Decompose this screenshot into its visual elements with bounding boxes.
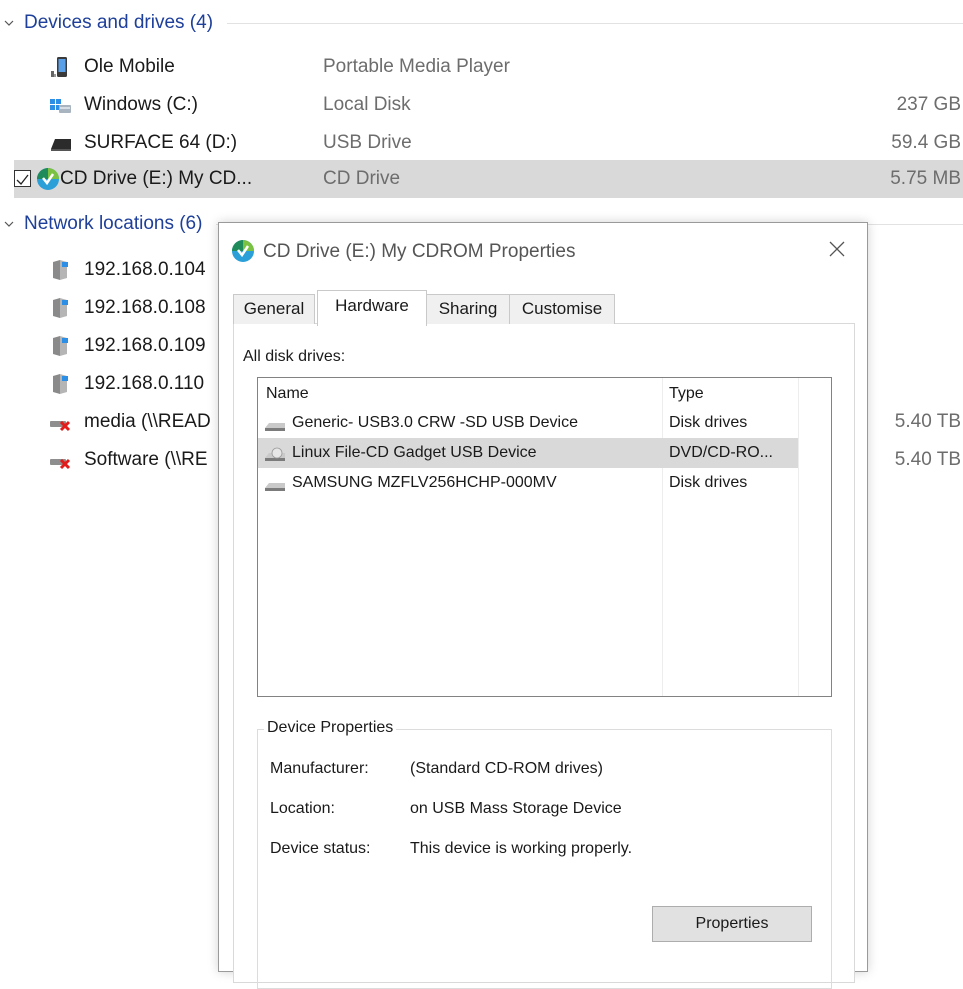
disk-drive-icon xyxy=(265,423,285,431)
location-value: on USB Mass Storage Device xyxy=(410,800,622,817)
list-item[interactable]: SAMSUNG MZFLV256HCHP-000MV Disk drives xyxy=(258,468,798,498)
close-icon[interactable] xyxy=(825,237,849,261)
device-size: 59.4 GB xyxy=(891,132,961,153)
network-computer-icon xyxy=(53,260,68,280)
group-title: Network locations (6) xyxy=(24,213,203,234)
selection-checkbox[interactable] xyxy=(14,170,31,187)
chevron-down-icon xyxy=(4,20,14,26)
device-row-surface-d[interactable]: SURFACE 64 (D:) USB Drive 59.4 GB xyxy=(14,124,963,162)
network-size: 5.40 TB xyxy=(894,449,961,470)
usb-drive-icon xyxy=(51,139,71,151)
column-header-name[interactable]: Name xyxy=(266,385,309,403)
device-row-windows-c[interactable]: Windows (C:) Local Disk 237 GB xyxy=(14,86,963,124)
column-header-type[interactable]: Type xyxy=(669,385,704,403)
manufacturer-value: (Standard CD-ROM drives) xyxy=(410,760,603,777)
disconnected-network-drive-icon xyxy=(50,420,71,432)
dvd-drive-icon xyxy=(265,447,285,461)
column-divider xyxy=(798,378,799,696)
device-row-cd-drive-e[interactable]: CD Drive (E:) My CD... CD Drive 5.75 MB xyxy=(14,160,963,198)
tab-sharing[interactable]: Sharing xyxy=(426,294,510,324)
chevron-down-icon xyxy=(4,221,14,227)
disk-drives-list[interactable]: Name Type Generic- USB3.0 CRW -SD USB De… xyxy=(257,377,832,697)
cd-drive-icon xyxy=(232,240,254,262)
network-name: media (\\READ xyxy=(84,411,211,432)
manufacturer-label: Manufacturer: xyxy=(270,760,369,777)
list-item[interactable]: Generic- USB3.0 CRW -SD USB Device Disk … xyxy=(258,408,798,438)
dialog-titlebar[interactable]: CD Drive (E:) My CDROM Properties xyxy=(219,223,867,281)
tab-customise[interactable]: Customise xyxy=(509,294,615,324)
drive-type: DVD/CD-RO... xyxy=(669,444,773,461)
checkmark-icon xyxy=(16,174,29,185)
drive-type: Disk drives xyxy=(669,474,748,491)
device-name: SURFACE 64 (D:) xyxy=(84,132,238,153)
cd-drive-properties-dialog: CD Drive (E:) My CDROM Properties Genera… xyxy=(218,222,868,989)
group-title: Devices and drives (4) xyxy=(24,12,214,33)
device-status-label: Device status: xyxy=(270,840,371,857)
network-name: Software (\\RE xyxy=(84,449,208,470)
network-computer-icon xyxy=(53,336,68,356)
network-size: 5.40 TB xyxy=(894,411,961,432)
disk-drive-icon xyxy=(265,483,285,491)
tab-hardware[interactable]: Hardware xyxy=(317,290,427,326)
network-name: 192.168.0.104 xyxy=(84,259,206,280)
drive-name: Generic- USB3.0 CRW -SD USB Device xyxy=(292,414,578,431)
device-name: Ole Mobile xyxy=(84,56,175,77)
network-name: 192.168.0.109 xyxy=(84,335,206,356)
device-name: CD Drive (E:) My CD... xyxy=(60,168,253,189)
list-header: Name Type xyxy=(258,378,831,406)
device-type: Portable Media Player xyxy=(323,56,510,77)
device-type: USB Drive xyxy=(323,132,412,153)
dialog-title: CD Drive (E:) My CDROM Properties xyxy=(263,241,576,262)
location-label: Location: xyxy=(270,800,335,817)
device-type: CD Drive xyxy=(323,168,401,189)
group-divider xyxy=(227,22,963,24)
cd-drive-icon xyxy=(37,168,59,190)
devices-and-drives-group-header[interactable]: Devices and drives (4) xyxy=(0,6,963,40)
drive-type: Disk drives xyxy=(669,414,748,431)
windows-drive-icon xyxy=(50,99,71,113)
list-item-selected[interactable]: Linux File-CD Gadget USB Device DVD/CD-R… xyxy=(258,438,798,468)
device-name: Windows (C:) xyxy=(84,94,199,115)
network-name: 192.168.0.108 xyxy=(84,297,206,318)
device-size: 237 GB xyxy=(896,94,961,115)
properties-button[interactable]: Properties xyxy=(652,906,812,942)
network-name: 192.168.0.110 xyxy=(84,373,205,394)
drive-name: SAMSUNG MZFLV256HCHP-000MV xyxy=(292,474,557,491)
group-legend: Device Properties xyxy=(264,719,397,737)
drive-name: Linux File-CD Gadget USB Device xyxy=(292,444,537,461)
network-computer-icon xyxy=(53,298,68,318)
tab-general[interactable]: General xyxy=(233,294,315,324)
device-type: Local Disk xyxy=(323,94,411,115)
disconnected-network-drive-icon xyxy=(50,458,71,470)
media-player-icon xyxy=(51,57,67,77)
network-computer-icon xyxy=(53,374,68,394)
device-status-value: This device is working properly. xyxy=(410,840,633,857)
device-properties-group: Device Properties Manufacturer: (Standar… xyxy=(257,719,832,989)
device-size: 5.75 MB xyxy=(890,168,961,189)
all-disk-drives-label: All disk drives: xyxy=(243,348,346,365)
device-row-ole-mobile[interactable]: Ole Mobile Portable Media Player xyxy=(14,48,963,86)
